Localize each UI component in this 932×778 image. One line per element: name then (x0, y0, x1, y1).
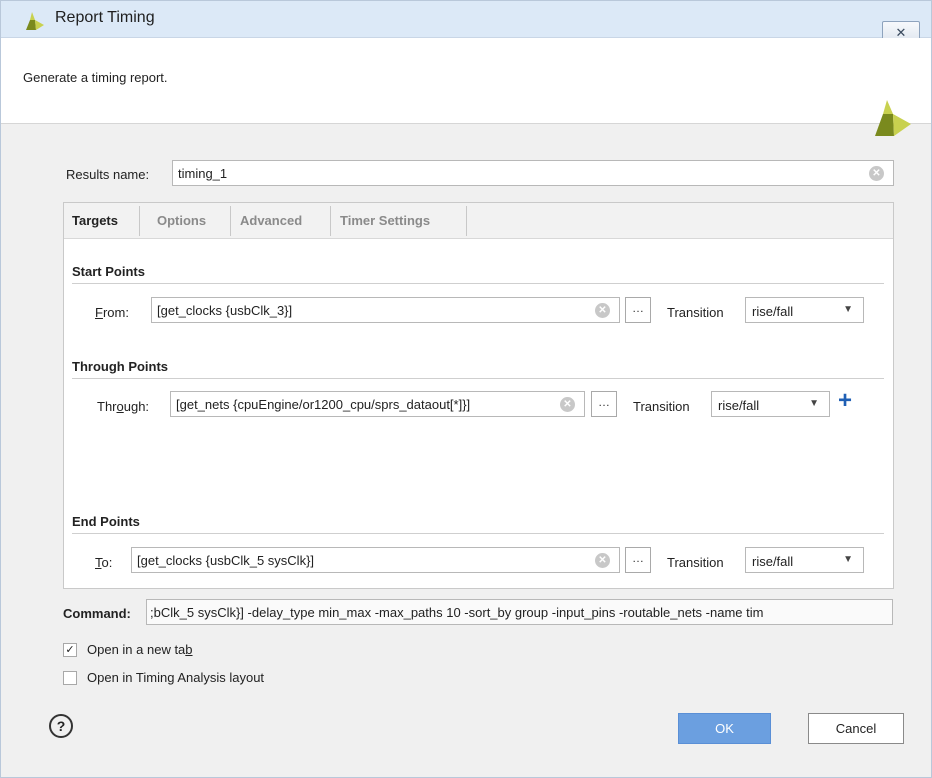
help-button[interactable]: ? (49, 714, 73, 738)
tab-divider (139, 206, 140, 236)
tab-divider (230, 206, 231, 236)
through-input[interactable]: [get_nets {cpuEngine/or1200_cpu/sprs_dat… (170, 391, 585, 417)
to-label: To: (95, 555, 113, 570)
tab-advanced[interactable]: Advanced (240, 213, 302, 228)
through-points-title: Through Points (72, 359, 169, 374)
ok-button[interactable]: OK (678, 713, 771, 744)
transition-label: Transition (667, 305, 724, 320)
from-input[interactable]: [get_clocks {usbClk_3}] ✕ (151, 297, 620, 323)
transition-label: Transition (633, 399, 690, 414)
to-value: [get_clocks {usbClk_5 sysClk}] (137, 553, 315, 568)
dialog-header: Generate a timing report. (1, 38, 931, 136)
through-transition-value: rise/fall (718, 398, 760, 413)
to-input[interactable]: [get_clocks {usbClk_5 sysClk}] ✕ (131, 547, 620, 573)
command-value: ;bClk_5 sysClk}] -delay_type min_max -ma… (150, 605, 764, 620)
through-transition-select[interactable]: rise/fall ▼ (711, 391, 830, 417)
chevron-down-icon: ▼ (843, 554, 853, 565)
add-through-point-button[interactable]: + (838, 389, 852, 413)
clear-icon[interactable]: ✕ (869, 166, 884, 181)
clear-icon[interactable]: ✕ (595, 553, 610, 568)
results-name-value: timing_1 (178, 166, 228, 181)
tab-timer-settings[interactable]: Timer Settings (340, 213, 430, 228)
from-label: From: (95, 305, 129, 320)
header-description: Generate a timing report. (23, 70, 168, 85)
through-value: [get_nets {cpuEngine/or1200_cpu/sprs_dat… (176, 397, 471, 412)
tab-targets[interactable]: Targets (72, 213, 118, 228)
section-divider (72, 283, 884, 284)
cancel-button[interactable]: Cancel (808, 713, 904, 744)
open-timing-layout-label: Open in Timing Analysis layout (87, 670, 265, 685)
open-timing-layout-checkbox[interactable] (63, 671, 77, 685)
command-label: Command: (63, 606, 131, 621)
vivado-logo-icon (22, 12, 44, 33)
open-new-tab-label: Open in a new tab (87, 642, 193, 657)
from-value: [get_clocks {usbClk_3}] (157, 303, 293, 318)
window-title: Report Timing (55, 9, 155, 26)
from-browse-button[interactable]: … (625, 297, 651, 323)
tab-divider (330, 206, 331, 236)
report-timing-dialog: Report Timing ✕ Generate a timing report… (0, 0, 932, 778)
results-name-input[interactable]: timing_1 ✕ (172, 160, 894, 186)
tab-divider (466, 206, 467, 236)
open-new-tab-checkbox[interactable]: ✓ (63, 643, 77, 657)
from-transition-select[interactable]: rise/fall ▼ (745, 297, 864, 323)
tab-panel: Targets Options Advanced Timer Settings … (63, 202, 894, 589)
end-points-title: End Points (72, 514, 140, 529)
clear-icon[interactable]: ✕ (560, 397, 575, 412)
through-browse-button[interactable]: … (591, 391, 617, 417)
section-divider (72, 533, 884, 534)
to-transition-select[interactable]: rise/fall ▼ (745, 547, 864, 573)
from-transition-value: rise/fall (752, 304, 794, 319)
header-logo-icon (871, 100, 911, 139)
to-browse-button[interactable]: … (625, 547, 651, 573)
command-field[interactable]: ;bClk_5 sysClk}] -delay_type min_max -ma… (146, 599, 893, 625)
tab-bar: Targets Options Advanced Timer Settings (64, 203, 893, 239)
transition-label: Transition (667, 555, 724, 570)
section-divider (72, 378, 884, 379)
clear-icon[interactable]: ✕ (595, 303, 610, 318)
start-points-title: Start Points (72, 264, 145, 279)
through-label: Through: (97, 399, 150, 414)
to-transition-value: rise/fall (752, 554, 794, 569)
tab-options[interactable]: Options (157, 213, 206, 228)
chevron-down-icon: ▼ (809, 398, 819, 409)
results-name-label: Results name: (66, 167, 150, 182)
chevron-down-icon: ▼ (843, 304, 853, 315)
title-bar: Report Timing (1, 1, 931, 38)
